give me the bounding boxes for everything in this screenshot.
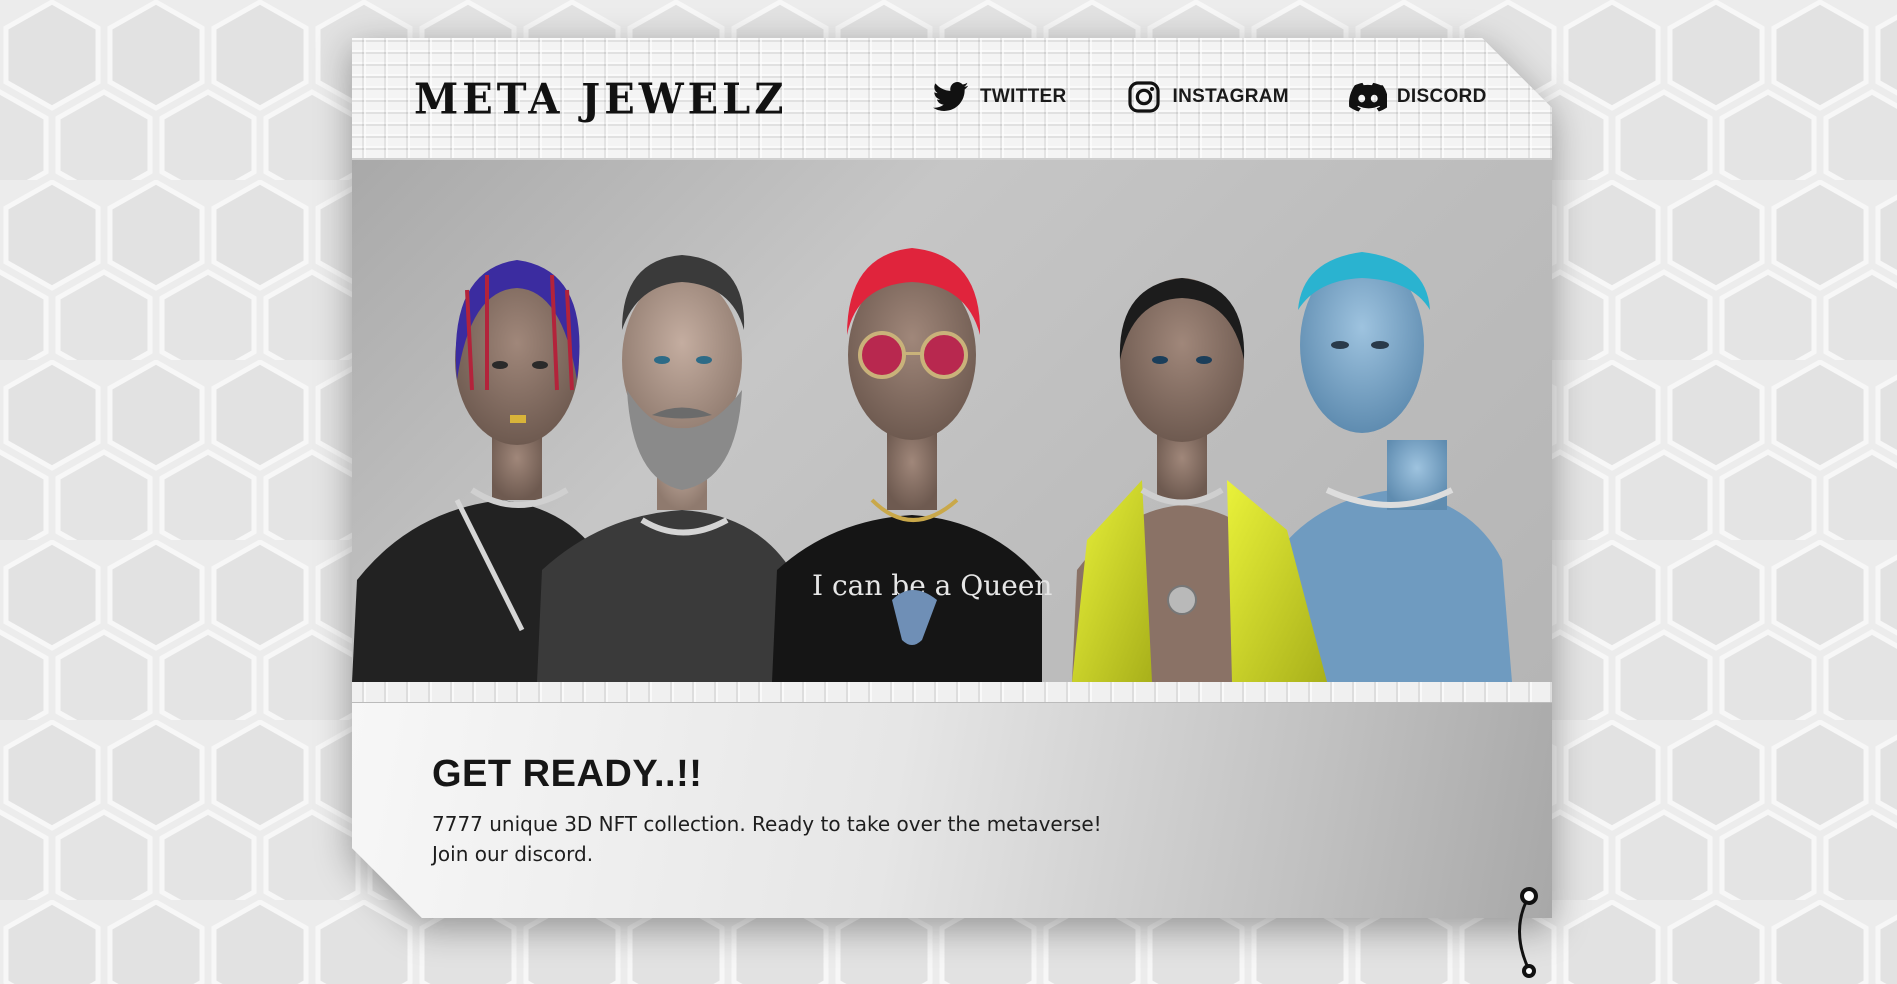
divider-strip — [352, 682, 1552, 703]
yellow-jacket-character — [1072, 278, 1327, 682]
discord-icon — [1348, 78, 1387, 116]
hero-banner: I can be a Queen — [352, 160, 1552, 682]
hero-characters-illustration: I can be a Queen — [352, 248, 1512, 682]
cta-line-2: Join our discord. — [432, 842, 594, 866]
cta-description: 7777 unique 3D NFT collection. Ready to … — [432, 809, 1102, 869]
social-nav: TWITTER INSTAGRAM DISCORD — [932, 78, 1547, 116]
cta-section: GET READY..!! 7777 unique 3D NFT collect… — [352, 703, 1552, 918]
nav-twitter-link[interactable]: TWITTER — [932, 78, 1067, 116]
red-hair-sunglasses-character: I can be a Queen — [772, 248, 1052, 682]
nav-discord-label: DISCORD — [1396, 86, 1487, 107]
instagram-icon — [1125, 78, 1163, 116]
nav-instagram-label: INSTAGRAM — [1172, 86, 1289, 107]
cta-line-1: 7777 unique 3D NFT collection. Ready to … — [432, 812, 1102, 836]
cta-headline: GET READY..!! — [432, 753, 703, 795]
nav-instagram-link[interactable]: INSTAGRAM — [1125, 78, 1289, 116]
twitter-icon — [932, 78, 970, 116]
nav-twitter-label: TWITTER — [980, 86, 1067, 107]
decorative-connector — [1518, 887, 1538, 978]
header: META JEWELZ TWITTER INSTAGRAM DISCORD — [352, 38, 1552, 160]
site-logo[interactable]: META JEWELZ — [414, 75, 787, 124]
nav-discord-link[interactable]: DISCORD — [1348, 78, 1487, 116]
main-card: META JEWELZ TWITTER INSTAGRAM DISCORD I … — [352, 38, 1552, 918]
